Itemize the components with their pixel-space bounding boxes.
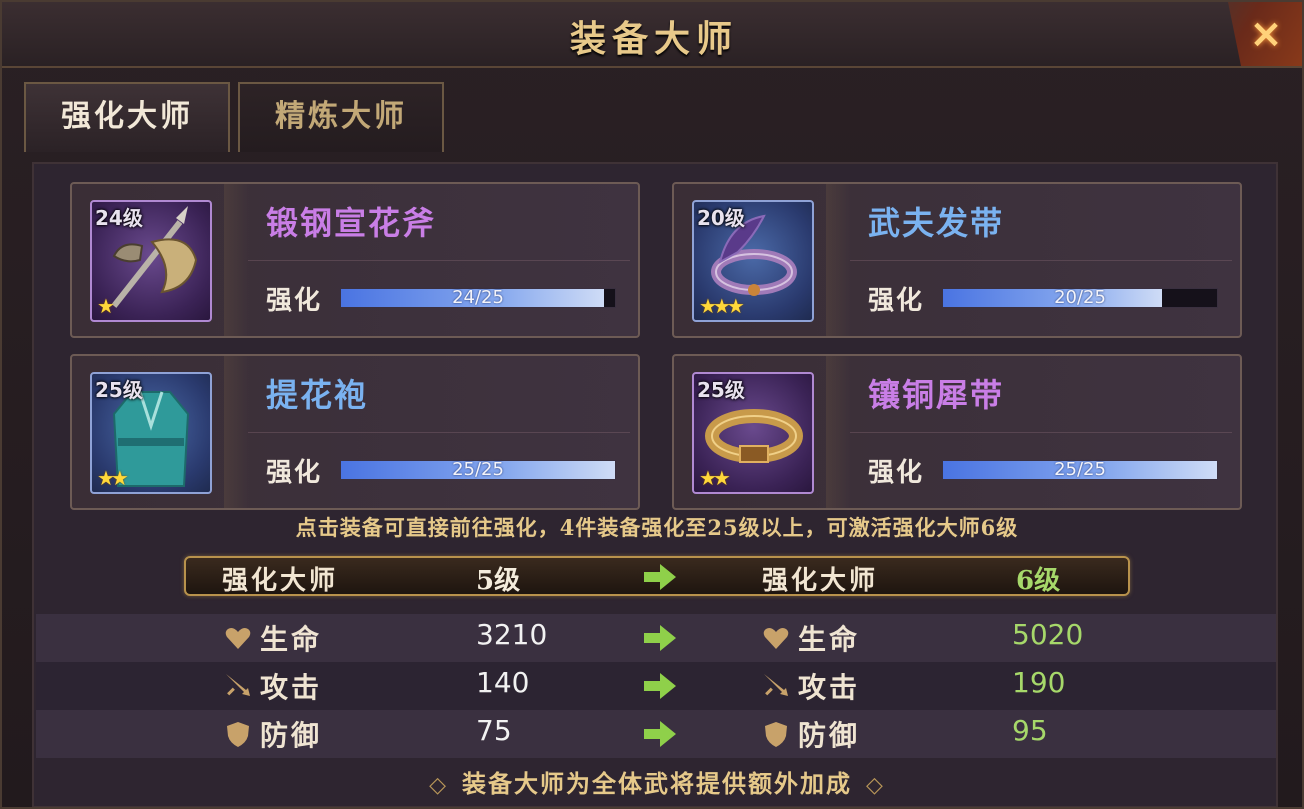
equipment-card-axe[interactable]: 24级 ★ 锻钢宣花斧 强化 24/25 <box>70 182 640 338</box>
enhance-progress-bar: 25/25 <box>942 459 1218 480</box>
enhance-label: 强化 <box>266 286 323 316</box>
equipment-level: 20级 <box>697 206 745 230</box>
equipment-card-robe[interactable]: 25级 ★★ 提花袍 强化 25/25 <box>70 354 640 510</box>
next-master-label: 强化大师 <box>762 566 879 596</box>
footer-note: ◇ 装备大师为全体武将提供额外加成 ◇ <box>34 764 1280 799</box>
shield-icon <box>227 722 249 747</box>
stat-label: 攻击 <box>798 671 861 704</box>
ornament-right-icon: ◇ <box>866 772 885 798</box>
enhance-progress-bar: 25/25 <box>340 459 616 480</box>
stat-label: 攻击 <box>260 671 323 704</box>
enhance-hint-text: 点击装备可直接前往强化，4件装备强化至25级以上，可激活强化大师6级 <box>295 515 1019 540</box>
tab-enhance-master[interactable]: 强化大师 <box>24 82 230 152</box>
progress-text: 24/25 <box>452 287 504 308</box>
star-rating: ★★ <box>699 466 731 490</box>
arrow-right-icon <box>644 564 676 590</box>
sword-icon <box>226 674 250 696</box>
enhance-label: 强化 <box>868 286 925 316</box>
next-master-level: 6级 <box>1016 566 1061 596</box>
equipment-icon-frame[interactable]: 25级 ★★ <box>692 372 814 494</box>
progress-text: 25/25 <box>1054 459 1106 480</box>
stat-row-attack: 攻击 140 攻击 190 <box>36 662 1276 710</box>
divider <box>850 260 1232 261</box>
equipment-name: 锻钢宣花斧 <box>266 204 437 242</box>
sword-icon <box>764 674 788 696</box>
arrow-right-icon <box>644 721 676 747</box>
arrow-right-icon <box>644 673 676 699</box>
stat-next-value: 190 <box>1012 666 1066 699</box>
divider <box>248 260 630 261</box>
equipment-icon-frame[interactable]: 20级 ★★★ <box>692 200 814 322</box>
main-panel: 24级 ★ 锻钢宣花斧 强化 24/25 20级 ★★★ 武夫发带 强化 20/… <box>32 162 1280 807</box>
stat-current-value: 75 <box>476 714 512 747</box>
equipment-level: 25级 <box>95 378 143 402</box>
divider <box>850 432 1232 433</box>
window-title: 装备大师 <box>569 18 738 60</box>
equipment-master-window: 装备大师 × 强化大师 精炼大师 24级 ★ 锻钢宣花斧 强化 24/25 20… <box>0 0 1304 809</box>
master-level-bar: 强化大师 5级 强化大师 6级 <box>184 556 1130 596</box>
close-button[interactable]: × <box>1244 12 1288 56</box>
stat-label: 生命 <box>260 623 323 656</box>
stat-label: 生命 <box>798 623 861 656</box>
equipment-name: 镶铜犀带 <box>868 376 1005 414</box>
stat-next-value: 95 <box>1012 714 1048 747</box>
stat-row-hp: 生命 3210 生命 5020 <box>36 614 1276 662</box>
enhance-progress-bar: 24/25 <box>340 287 616 308</box>
equipment-level: 24级 <box>95 206 143 230</box>
enhance-progress-bar: 20/25 <box>942 287 1218 308</box>
arrow-right-icon <box>644 625 676 651</box>
heart-icon <box>225 628 251 649</box>
stat-row-defense: 防御 75 防御 95 <box>36 710 1276 758</box>
stat-current-value: 140 <box>476 666 530 699</box>
tab-refine-master[interactable]: 精炼大师 <box>238 82 444 152</box>
enhance-label: 强化 <box>266 458 323 488</box>
equipment-name: 提花袍 <box>266 376 369 414</box>
progress-text: 20/25 <box>1054 287 1106 308</box>
divider <box>248 432 630 433</box>
stat-next-value: 5020 <box>1012 618 1084 651</box>
equipment-card-headband[interactable]: 20级 ★★★ 武夫发带 强化 20/25 <box>672 182 1242 338</box>
equipment-icon-frame[interactable]: 24级 ★ <box>90 200 212 322</box>
heart-icon <box>763 628 789 649</box>
stat-current-value: 3210 <box>476 618 548 651</box>
equipment-card-belt[interactable]: 25级 ★★ 镶铜犀带 强化 25/25 <box>672 354 1242 510</box>
ornament-left-icon: ◇ <box>429 772 448 798</box>
enhance-label: 强化 <box>868 458 925 488</box>
current-master-label: 强化大师 <box>222 566 339 596</box>
equipment-name: 武夫发带 <box>868 204 1005 242</box>
star-rating: ★★★ <box>699 294 745 318</box>
title-bar: 装备大师 × <box>2 2 1302 68</box>
star-rating: ★ <box>97 294 115 318</box>
star-rating: ★★ <box>97 466 129 490</box>
stat-label: 防御 <box>260 719 323 752</box>
stat-label: 防御 <box>798 719 861 752</box>
footer-text: 装备大师为全体武将提供额外加成 <box>462 769 852 798</box>
equipment-level: 25级 <box>697 378 745 402</box>
equipment-icon-frame[interactable]: 25级 ★★ <box>90 372 212 494</box>
progress-text: 25/25 <box>452 459 504 480</box>
current-master-level: 5级 <box>476 566 521 596</box>
shield-icon <box>765 722 787 747</box>
